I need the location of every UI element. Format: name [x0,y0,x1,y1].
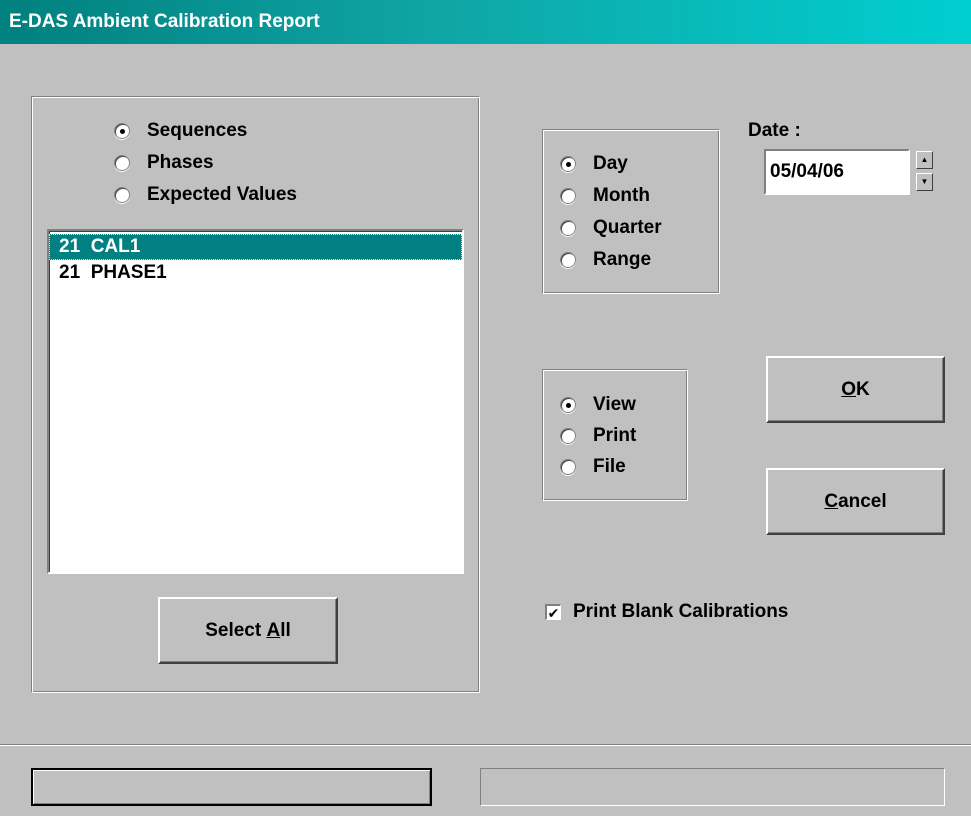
status-separator [0,744,971,746]
radio-label: Month [593,185,650,206]
radio-month[interactable]: Month [560,181,650,211]
window-title: E-DAS Ambient Calibration Report [9,11,320,32]
radio-label: Phases [147,152,214,173]
radio-label: Quarter [593,217,662,238]
title-bar[interactable]: E-DAS Ambient Calibration Report [0,0,971,44]
chevron-up-icon: ▲ [920,155,929,164]
radio-quarter[interactable]: Quarter [560,213,662,243]
radio-label: Sequences [147,120,248,141]
status-panel [480,768,945,806]
radio-indicator [114,123,130,139]
radio-label: Range [593,249,652,270]
radio-indicator [560,252,576,268]
radio-print[interactable]: Print [560,421,636,451]
radio-label: View [593,394,636,415]
print-blank-checkbox[interactable]: ✔ [545,604,561,620]
date-field[interactable]: 05/04/06 [764,149,910,195]
radio-indicator [560,397,576,413]
radio-indicator [114,187,130,203]
radio-expected-values[interactable]: Expected Values [114,180,297,210]
progress-bar [31,768,432,806]
radio-view[interactable]: View [560,390,636,420]
print-blank-checkbox-row[interactable]: ✔ Print Blank Calibrations [545,598,788,626]
radio-sequences[interactable]: Sequences [114,116,247,146]
date-label: Date : [748,120,801,141]
radio-label: Print [593,425,637,446]
spin-down-button[interactable]: ▼ [916,173,933,191]
chevron-down-icon: ▼ [920,177,929,186]
select-all-button[interactable]: Select All [158,597,338,664]
radio-indicator [560,220,576,236]
cancel-button[interactable]: Cancel [766,468,945,535]
radio-file[interactable]: File [560,452,626,482]
radio-indicator [560,156,576,172]
spin-up-button[interactable]: ▲ [916,151,933,169]
radio-indicator [560,428,576,444]
print-blank-label: Print Blank Calibrations [573,601,789,622]
list-item[interactable]: 21 PHASE1 [49,260,462,286]
radio-label: Expected Values [147,184,297,205]
radio-indicator [560,188,576,204]
radio-label: Day [593,153,628,174]
radio-indicator [114,155,130,171]
radio-day[interactable]: Day [560,149,628,179]
list-item[interactable]: 21 CAL1 [49,234,462,260]
sequence-listbox[interactable]: 21 CAL1 21 PHASE1 [47,229,464,574]
radio-indicator [560,459,576,475]
ok-button[interactable]: OK [766,356,945,423]
radio-range[interactable]: Range [560,245,651,275]
check-icon: ✔ [547,604,560,621]
radio-phases[interactable]: Phases [114,148,214,178]
radio-label: File [593,456,626,477]
